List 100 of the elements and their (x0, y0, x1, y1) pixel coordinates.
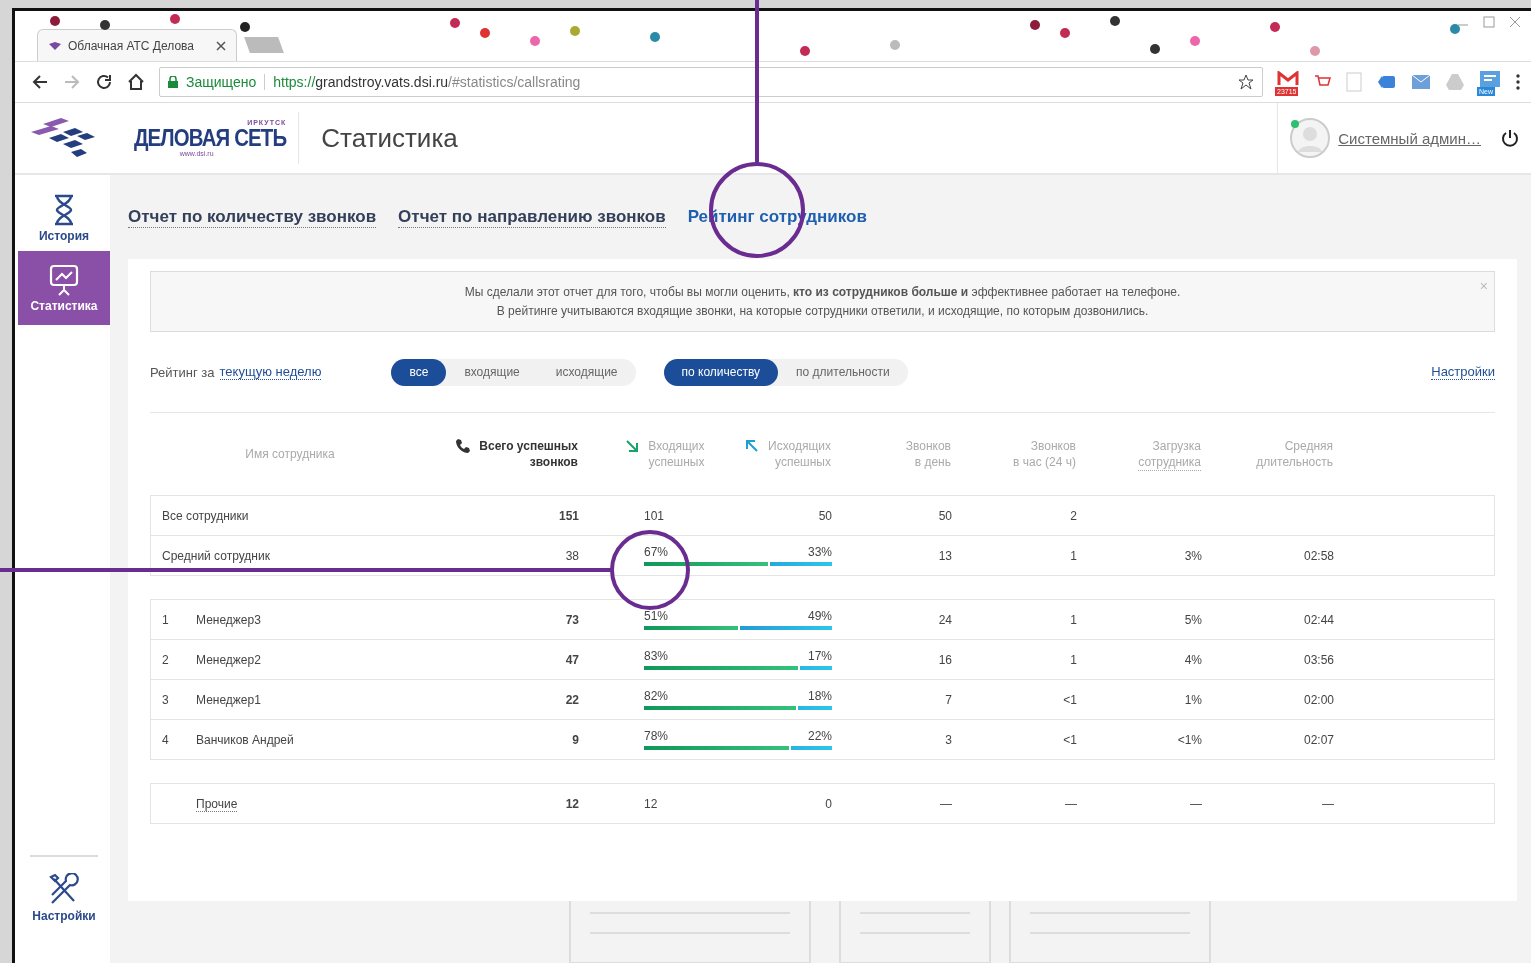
sidebar-item[interactable]: История (18, 187, 110, 251)
table-cell-text: 12 (564, 796, 579, 811)
table-cell-text: 24 (937, 612, 952, 627)
table-cell-text: 1% (1183, 692, 1202, 707)
rank-number: 2 (161, 652, 170, 667)
table-cell-text: 1 (1069, 548, 1077, 563)
table-cell: 67% (644, 545, 669, 559)
column-header-label: Входящих успешных (648, 438, 705, 470)
sidebar-item[interactable]: Статистика (18, 251, 110, 325)
table-cell-text: 02:44 (1302, 612, 1334, 627)
table-cell-text: — (1064, 796, 1077, 811)
reload-icon[interactable] (95, 73, 113, 91)
table-cell: 82% (644, 689, 669, 703)
menu-icon[interactable] (1515, 73, 1521, 91)
table-cell-text: 03:56 (1302, 652, 1334, 667)
table-cell-text: Средний сотрудник (161, 548, 271, 563)
rank-number: 3 (161, 692, 170, 707)
report-tab[interactable]: Отчет по количеству звонков (128, 206, 377, 228)
table-cell-text: 22 (564, 692, 579, 707)
table-cell-text: 50 (937, 508, 952, 523)
table-cell: 33% (807, 545, 832, 559)
logo-name-text: ДЕЛОВАЯ СЕТЬ (133, 126, 287, 150)
table-cell: 50 (818, 508, 832, 523)
report-tab[interactable]: Отчет по направлению звонков (398, 206, 666, 228)
table-cell-text: 16 (937, 652, 952, 667)
table-cell: 22% (807, 729, 832, 743)
table-cell-text: 5% (1183, 612, 1202, 627)
star-icon[interactable] (1238, 74, 1254, 90)
column-header-label: Загрузка сотрудника (1138, 437, 1201, 471)
table-cell-text: 3 (944, 732, 952, 747)
column-header-label: Средняя длительность (1256, 438, 1333, 470)
security-label: Защищено (186, 74, 257, 90)
sidebar-item[interactable]: Настройки (30, 873, 98, 923)
table-cell-text: 1 (1069, 612, 1077, 627)
table-cell: 17% (807, 649, 832, 663)
user-name-link[interactable]: Системный админ… (1338, 129, 1481, 147)
rank-number: 4 (161, 732, 170, 747)
tag-icon[interactable] (1377, 73, 1397, 91)
table-cell-text: 47 (564, 652, 579, 667)
employee-name: Менеджер3 (196, 612, 262, 627)
filter-pill[interactable]: по количеству (663, 358, 779, 386)
table-cell-text: 151 (557, 508, 579, 523)
table-cell-text: <1 (1062, 692, 1077, 707)
logo-icon (48, 40, 62, 51)
table-cell-text: <1 (1062, 732, 1077, 747)
table-cell: 83% (644, 649, 669, 663)
column-header-label: Звонков в час (24 ч) (1013, 438, 1076, 470)
settings-link[interactable]: Настройки (1431, 364, 1495, 380)
table-cell-text: 02:07 (1302, 732, 1334, 747)
table-cell-text: Все сотрудники (161, 508, 250, 523)
close-icon[interactable] (216, 40, 226, 51)
employee-name: Ванчиков Андрей (196, 732, 295, 747)
url-text: https://grandstroy.vats.dsi.ru/#statistics/callsrating (273, 74, 581, 90)
page-title: Статистика (298, 112, 458, 164)
filter-pill[interactable]: по длительности (778, 358, 908, 386)
table-cell-text: 02:58 (1302, 548, 1334, 563)
others-link[interactable]: Прочие (196, 796, 238, 812)
table-cell-text: 13 (937, 548, 952, 563)
table-cell-text: 2 (1069, 508, 1077, 523)
column-header-label: Имя сотрудника (245, 446, 335, 462)
table-cell-text: 4% (1183, 652, 1202, 667)
arrow-down-right-icon (624, 438, 641, 454)
filter-pill[interactable]: исходящие (537, 358, 636, 386)
table-cell-text: <1% (1176, 732, 1202, 747)
column-header-label: Исходящих успешных (768, 438, 831, 470)
table-cell-text: — (939, 796, 952, 811)
column-header-label: Звонков в день (905, 438, 951, 470)
period-label: Рейтинг за (150, 364, 215, 380)
filter-pill[interactable]: входящие (446, 358, 538, 386)
table-cell: 18% (807, 689, 832, 703)
table-cell-text: 73 (564, 612, 579, 627)
filter-pill[interactable]: все (391, 358, 447, 386)
rank-number: 1 (161, 612, 170, 627)
table-cell-text: — (1321, 796, 1334, 811)
table-cell: 51% (644, 609, 669, 623)
back-arrow-icon[interactable] (31, 73, 49, 91)
employee-name: Менеджер1 (196, 692, 262, 707)
table-cell-text: 1 (1069, 652, 1077, 667)
table-cell: 0 (825, 796, 832, 811)
table-cell: 12 (644, 796, 658, 811)
table-cell-text: 7 (944, 692, 952, 707)
notice-text: В рейтинге учитываются входящие звонки, на которые сотрудники ответили, и исходящие, по которым дозвонились. (496, 304, 1149, 318)
table-cell-text: 3% (1183, 548, 1202, 563)
lock-icon (168, 76, 178, 88)
avatar-icon[interactable] (1290, 118, 1331, 158)
address-bar[interactable]: Защищено https://grandstroy.vats.dsi.ru/#statistics/callsrating (159, 67, 1263, 97)
table-cell-text: 38 (564, 548, 579, 563)
browser-tab[interactable]: Облачная АТС Делова (37, 29, 237, 61)
table-cell: 78% (644, 729, 669, 743)
table-cell: 101 (644, 508, 665, 523)
table-cell-text: 9 (571, 732, 579, 747)
notice-text: Мы сделали этот отчет для того, чтобы вы могли оценить, кто из сотрудников больше и эффективнее работает на телефоне. (464, 285, 1181, 299)
table-cell: 49% (807, 609, 832, 623)
table-cell-text: — (1189, 796, 1202, 811)
power-icon[interactable] (1501, 129, 1519, 147)
period-link[interactable]: текущую неделю (219, 364, 322, 380)
employee-name: Менеджер2 (196, 652, 262, 667)
home-icon[interactable] (127, 73, 145, 91)
envelope-icon[interactable] (1411, 72, 1431, 92)
phone-icon (455, 438, 472, 454)
